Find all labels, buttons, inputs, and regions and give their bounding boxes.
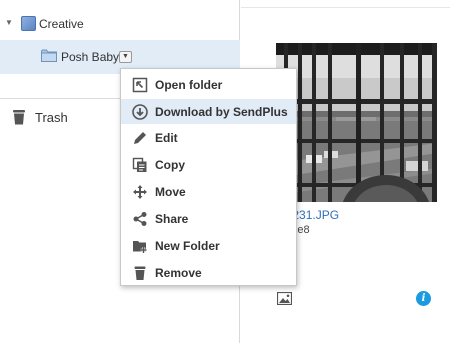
file-thumbnail[interactable] <box>276 43 437 202</box>
tree-item-label: Creative <box>39 17 84 31</box>
copy-icon <box>132 157 147 172</box>
sidebar-item-label: Trash <box>35 110 68 125</box>
share-icon <box>133 212 147 226</box>
folder-icon <box>41 49 57 62</box>
move-icon <box>133 185 147 199</box>
new-folder-icon <box>133 241 147 253</box>
top-divider <box>241 7 450 8</box>
menu-item-label: New Folder <box>155 239 220 253</box>
menu-item-edit[interactable]: Edit <box>121 125 296 150</box>
menu-item-label: Open folder <box>155 78 223 92</box>
menu-item-copy[interactable]: Copy <box>121 152 296 177</box>
image-icon[interactable] <box>277 292 292 305</box>
tree-item-label: Posh Baby <box>61 50 120 64</box>
download-icon <box>132 104 148 120</box>
airport-window-photo <box>276 43 437 202</box>
menu-item-new-folder[interactable]: New Folder <box>121 233 296 258</box>
menu-item-label: Remove <box>155 266 202 280</box>
menu-item-move[interactable]: Move <box>121 179 296 204</box>
shared-folder-icon <box>21 16 36 31</box>
menu-item-download-sendplus[interactable]: Download by SendPlus <box>121 99 296 124</box>
menu-item-label: Copy <box>155 158 185 172</box>
context-menu: Open folder Download by SendPlus Edit Co… <box>120 68 297 286</box>
menu-item-remove[interactable]: Remove <box>121 260 296 285</box>
trash-icon <box>13 110 25 125</box>
menu-item-share[interactable]: Share <box>121 206 296 231</box>
trash-icon <box>134 266 146 280</box>
tree-item-creative[interactable]: ▼ Creative <box>0 12 240 36</box>
menu-item-label: Download by SendPlus <box>155 105 288 119</box>
menu-item-label: Move <box>155 185 186 199</box>
info-icon[interactable]: i <box>416 291 431 306</box>
menu-item-label: Share <box>155 212 189 226</box>
menu-item-label: Edit <box>155 131 178 145</box>
expand-caret-icon[interactable]: ▼ <box>5 18 13 27</box>
folder-options-dropdown-button[interactable]: ▼ <box>119 51 132 63</box>
menu-item-open-folder[interactable]: Open folder <box>121 72 296 97</box>
open-folder-icon <box>132 77 148 93</box>
pencil-icon <box>134 132 146 144</box>
